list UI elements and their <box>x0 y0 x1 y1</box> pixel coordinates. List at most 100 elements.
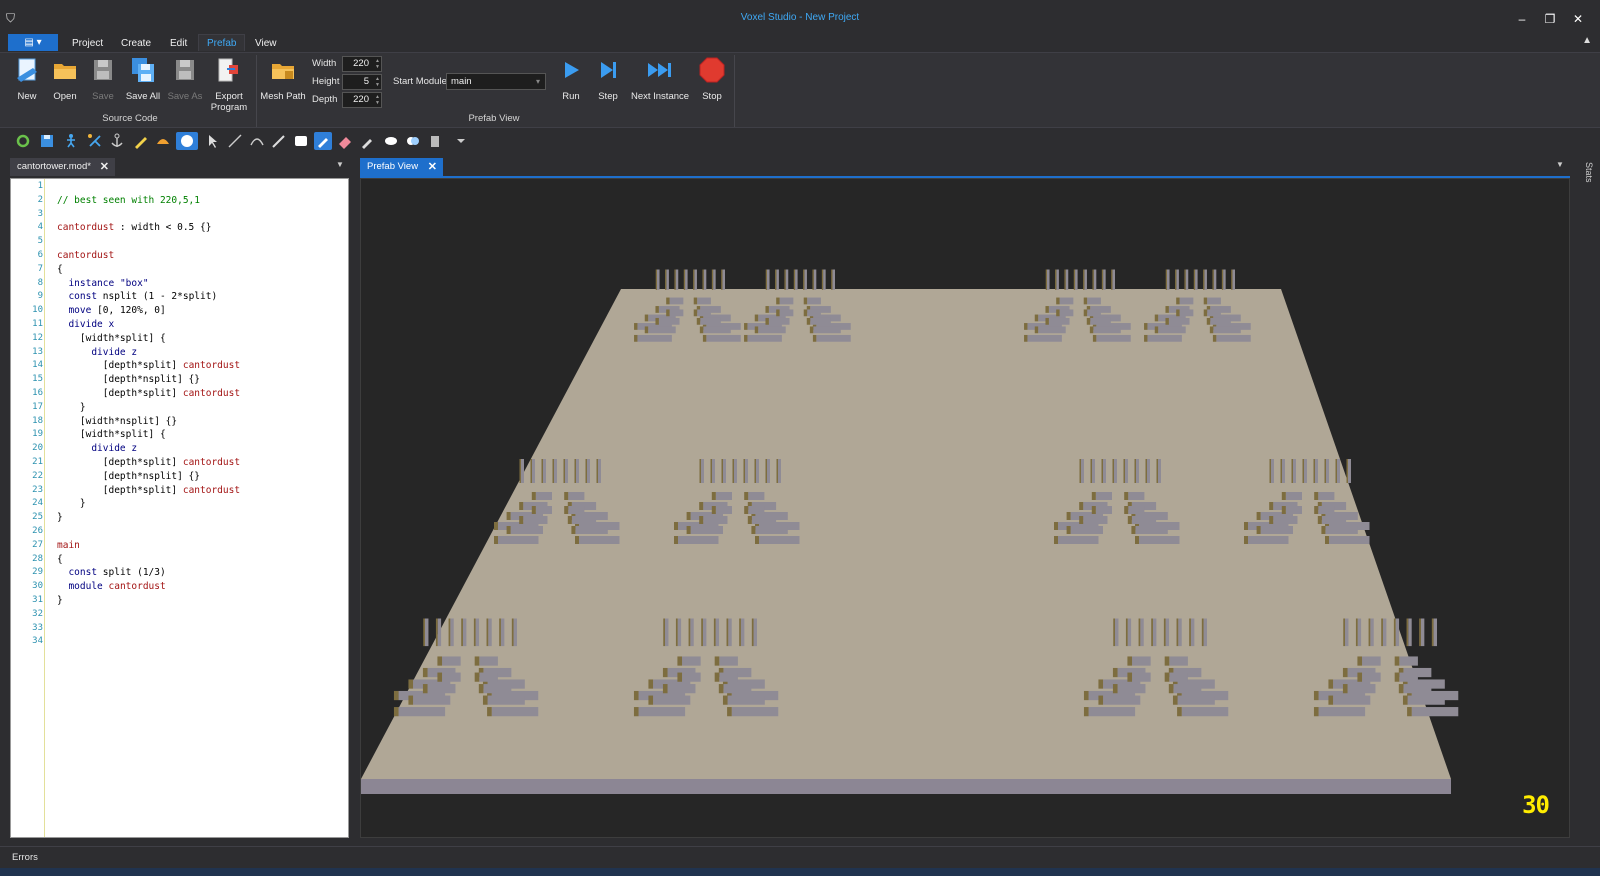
code-line[interactable]: [width*nsplit] {} <box>57 416 177 427</box>
code-line[interactable]: module cantordust <box>57 581 165 592</box>
code-line[interactable]: cantordust <box>57 250 114 261</box>
voxel-block <box>1131 516 1157 524</box>
code-line[interactable]: { <box>57 264 63 275</box>
width-spinner[interactable]: 220 ▲ ▼ <box>342 56 382 72</box>
refresh-icon[interactable] <box>14 132 32 150</box>
collapse-ribbon-icon[interactable]: ▲ <box>1582 35 1592 46</box>
close-tab-icon[interactable]: ✕ <box>428 158 437 176</box>
menu-create[interactable]: Create <box>113 35 159 52</box>
code-line[interactable]: main <box>57 540 80 551</box>
eraser-icon[interactable] <box>336 132 354 150</box>
minimize-button[interactable]: ‒ <box>1508 10 1536 28</box>
sphere-tool-icon[interactable] <box>176 132 198 150</box>
pointer-icon[interactable] <box>204 132 222 150</box>
save-all-button[interactable]: Save All <box>124 56 162 102</box>
prefab-view-tab[interactable]: Prefab View ✕ <box>360 158 443 176</box>
step-label: Step <box>598 91 618 102</box>
editor-tab-menu-icon[interactable]: ▼ <box>336 160 344 169</box>
restore-button[interactable]: ❐ <box>1536 10 1564 28</box>
more-tools-chevron-icon[interactable] <box>452 132 470 150</box>
app-menu-button[interactable]: ▤ ▾ <box>8 34 58 51</box>
save-icon[interactable] <box>38 132 56 150</box>
voxel-spire-side <box>721 459 723 483</box>
voxel-block <box>715 492 732 500</box>
tree-icon[interactable] <box>86 132 104 150</box>
code-line[interactable]: [width*split] { <box>57 429 166 440</box>
export-program-button[interactable]: Export Program <box>208 56 250 113</box>
anchor-icon[interactable] <box>108 132 126 150</box>
code-editor[interactable]: 1 2 3 4 5 6 7 8 9 10 11 12 13 14 15 16 17 18 19 20 21 22 23 24 2… <box>10 178 349 838</box>
menu-edit[interactable]: Edit <box>162 35 195 52</box>
code-line[interactable]: [depth*nsplit] {} <box>57 374 200 385</box>
code-line[interactable]: divide x <box>57 319 114 330</box>
menu-view[interactable]: View <box>247 35 285 52</box>
next-instance-button[interactable]: Next Instance <box>628 56 692 102</box>
code-line[interactable]: [depth*split] cantordust <box>57 485 240 496</box>
blob-icon[interactable] <box>404 132 422 150</box>
brush-icon[interactable] <box>314 132 332 150</box>
code-line[interactable]: [depth*split] cantordust <box>57 457 240 468</box>
run-button[interactable]: Run <box>556 56 586 102</box>
viewport-tab-menu-icon[interactable]: ▼ <box>1556 160 1564 169</box>
close-tab-icon[interactable]: ✕ <box>100 158 109 176</box>
code-line[interactable]: divide z <box>57 443 137 454</box>
save-as-button[interactable]: Save As <box>166 56 204 102</box>
code-line[interactable]: cantordust : width < 0.5 {} <box>57 222 211 233</box>
line-number: 1 <box>37 181 43 191</box>
menu-project[interactable]: Project <box>64 35 111 52</box>
voxel-spire <box>576 459 579 483</box>
prefab-viewport[interactable]: 30 <box>360 178 1570 838</box>
code-line[interactable]: [depth*split] cantordust <box>57 388 240 399</box>
spinner-arrows-icon[interactable]: ▲ ▼ <box>375 76 380 88</box>
start-module-select[interactable]: main ▾ <box>446 73 546 90</box>
code-line[interactable]: [depth*nsplit] {} <box>57 471 200 482</box>
voxel-block-side <box>1203 309 1208 317</box>
stats-side-tab[interactable]: Stats <box>1578 162 1594 202</box>
voxel-scene[interactable] <box>361 179 1570 838</box>
code-line[interactable]: move [0, 120%, 0] <box>57 305 165 316</box>
mesh-path-button[interactable]: Mesh Path <box>260 56 306 102</box>
code-line[interactable]: const split (1/3) <box>57 567 165 578</box>
figure-icon[interactable] <box>62 132 80 150</box>
code-line[interactable]: instance "box" <box>57 278 148 289</box>
new-button[interactable]: New <box>10 56 44 102</box>
code-line[interactable]: } <box>57 402 86 413</box>
dome-icon[interactable] <box>154 132 172 150</box>
voxel-block-side <box>662 667 668 678</box>
voxel-block-side <box>655 317 659 325</box>
code-line[interactable]: } <box>57 512 63 523</box>
voxel-spire-side <box>693 269 695 290</box>
curve-icon[interactable] <box>248 132 266 150</box>
menu-prefab[interactable]: Prefab <box>198 34 246 51</box>
eyedropper-icon[interactable] <box>358 132 376 150</box>
voxel-spire-side <box>1111 269 1113 290</box>
code-line[interactable]: } <box>57 595 63 606</box>
save-button[interactable]: Save <box>86 56 120 102</box>
spinner-arrows-icon[interactable]: ▲ ▼ <box>375 94 380 106</box>
code-line[interactable]: [depth*split] cantordust <box>57 360 240 371</box>
code-line[interactable]: divide z <box>57 347 137 358</box>
ellipse-icon[interactable] <box>382 132 400 150</box>
code-line[interactable]: } <box>57 498 86 509</box>
code-line[interactable]: // best seen with 220,5,1 <box>57 195 200 206</box>
pencil-icon[interactable] <box>132 132 150 150</box>
voxel-spire-side <box>1176 618 1179 647</box>
pen-icon[interactable] <box>270 132 288 150</box>
line-icon[interactable] <box>226 132 244 150</box>
stop-button[interactable]: Stop <box>696 56 728 102</box>
step-button[interactable]: Step <box>592 56 624 102</box>
line-number: 21 <box>32 457 43 467</box>
open-button[interactable]: Open <box>48 56 82 102</box>
voxel-block <box>1087 309 1101 317</box>
tower-icon[interactable] <box>426 132 444 150</box>
editor-tab[interactable]: cantortower.mod* ✕ <box>10 158 115 176</box>
code-line[interactable]: { <box>57 554 63 565</box>
close-button[interactable]: ✕ <box>1564 10 1592 28</box>
height-spinner[interactable]: 5 ▲ ▼ <box>342 74 382 90</box>
spinner-arrows-icon[interactable]: ▲ ▼ <box>375 58 380 70</box>
errors-panel-tab[interactable]: Errors <box>0 846 1600 868</box>
rectangle-icon[interactable] <box>292 132 310 150</box>
code-line[interactable]: [width*split] { <box>57 333 166 344</box>
depth-spinner[interactable]: 220 ▲ ▼ <box>342 92 382 108</box>
code-line[interactable]: const nsplit (1 - 2*split) <box>57 291 217 302</box>
